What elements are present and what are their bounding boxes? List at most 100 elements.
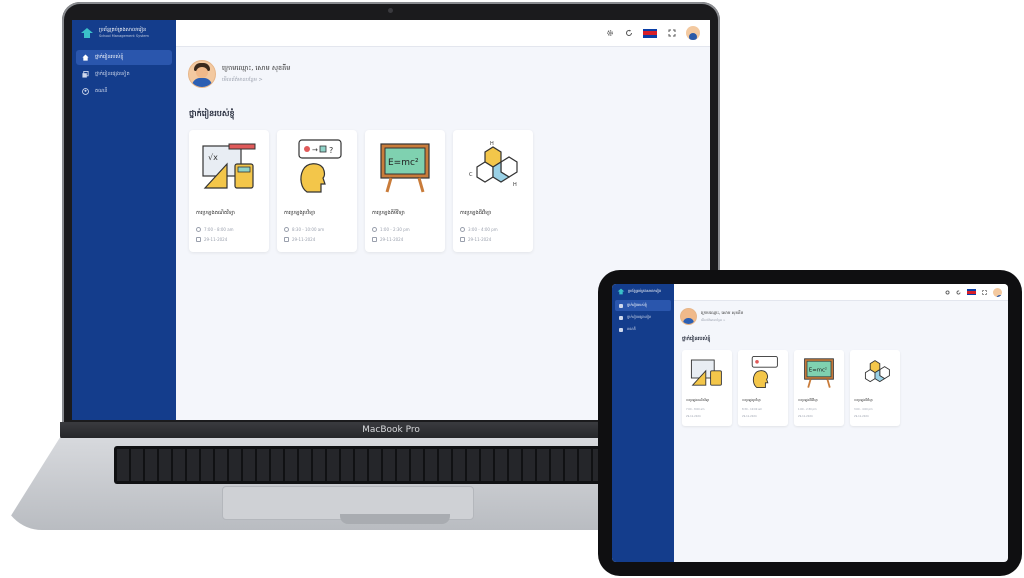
class-date: 29-11-2024 bbox=[468, 237, 492, 242]
molecule-illustration: H C H bbox=[469, 141, 518, 188]
class-card[interactable]: E=mc² ការប្រឡងគីមីវិទ្យា 1:00 - 2:30 pm … bbox=[365, 130, 445, 252]
profile-avatar bbox=[188, 60, 216, 88]
sidebar-nav: ថ្នាក់រៀនរបស់ខ្ញុំ ថ្នាក់រៀនផ្សេងទៀត គណន… bbox=[72, 50, 176, 99]
profile-more-link[interactable]: មើលព័ត៌មានបន្ថែម > bbox=[701, 318, 743, 323]
class-card[interactable]: ការប្រឡងគណិតវិទ្យា 7:00 - 8:00 am 29-11-… bbox=[682, 350, 732, 426]
tablet-logo-title: ប្រព័ន្ធគ្រប់គ្រងសាលារៀន bbox=[628, 289, 662, 293]
class-time: 8:30 - 10:00 am bbox=[742, 408, 763, 411]
tablet-logo[interactable]: ប្រព័ន្ធគ្រប់គ្រងសាលារៀន bbox=[612, 284, 674, 299]
home-icon bbox=[82, 54, 89, 61]
clock-icon bbox=[460, 227, 465, 232]
class-card[interactable]: H C H ការប្រឡងជីវវិទ្យា 3:00 - 4:00 pm 2… bbox=[453, 130, 533, 252]
logo-icon bbox=[81, 28, 93, 38]
calendar-icon bbox=[372, 237, 377, 242]
class-card-list: √x ការប្រឡងគណិតវិទ្យា 7:00 - 8:00 am 29-… bbox=[189, 130, 533, 252]
class-time: 7:00 - 8:00 am bbox=[686, 408, 705, 411]
fullscreen-icon[interactable] bbox=[982, 289, 987, 295]
thinking-head-illustration: → ? bbox=[298, 139, 342, 193]
sidebar-item-label: ថ្នាក់រៀនរបស់ខ្ញុំ bbox=[627, 303, 647, 307]
profile-name: ក្រោមឈ្មោះ, សោម សុខគីម bbox=[222, 64, 291, 72]
sidebar-item-label: ថ្នាក់រៀនផ្សេងទៀត bbox=[95, 71, 130, 77]
molecule-illustration bbox=[864, 360, 890, 383]
calendar-icon bbox=[196, 237, 201, 242]
class-time: 1:00 - 2:30 pm bbox=[798, 408, 817, 411]
fullscreen-icon[interactable] bbox=[667, 29, 676, 38]
avatar[interactable] bbox=[993, 287, 1002, 297]
refresh-icon[interactable] bbox=[956, 290, 961, 295]
tablet-class-card-list: ការប្រឡងគណិតវិទ្យា 7:00 - 8:00 am 29-11-… bbox=[682, 350, 900, 426]
avatar[interactable] bbox=[686, 26, 700, 40]
settings-icon[interactable] bbox=[605, 29, 614, 38]
svg-text:H: H bbox=[513, 182, 517, 188]
svg-text:C: C bbox=[469, 172, 473, 178]
tablet-profile-header: ក្រោមឈ្មោះ, សោម សុខគីម មើលព័ត៌មានបន្ថែម … bbox=[680, 308, 743, 325]
tablet: ប្រព័ន្ធគ្រប់គ្រងសាលារៀន ថ្នាក់រៀនរបស់ខ្… bbox=[598, 270, 1022, 576]
tablet-sidebar-item-account[interactable]: គណនី bbox=[615, 324, 671, 335]
class-date: 29-11-2024 bbox=[204, 237, 228, 242]
settings-icon[interactable] bbox=[945, 290, 950, 295]
class-title: ការប្រឡងជីវវិទ្យា bbox=[460, 210, 492, 216]
tablet-screen: ប្រព័ន្ធគ្រប់គ្រងសាលារៀន ថ្នាក់រៀនរបស់ខ្… bbox=[612, 284, 1008, 562]
sidebar: ប្រព័ន្ធគ្រប់គ្រងសាលារៀន School Manageme… bbox=[72, 20, 176, 420]
tablet-sidebar-item-other-classes[interactable]: ថ្នាក់រៀនផ្សេងទៀត bbox=[615, 312, 671, 323]
sidebar-item-label: ថ្នាក់រៀនផ្សេងទៀត bbox=[627, 315, 652, 319]
class-card[interactable]: ការប្រឡងរូបវិទ្យា 8:30 - 10:00 am 29-11-… bbox=[738, 350, 788, 426]
class-title: ការប្រឡងរូបវិទ្យា bbox=[742, 398, 761, 402]
class-date: 29-11-2024 bbox=[742, 415, 757, 418]
class-time: 7:00 - 8:00 am bbox=[204, 227, 234, 232]
page-title: ថ្នាក់រៀនរបស់ខ្ញុំ bbox=[189, 109, 235, 118]
profile-header: ក្រោមឈ្មោះ, សោម សុខគីម មើលព័ត៌មានបន្ថែម … bbox=[188, 60, 290, 88]
sidebar-item-label: ថ្នាក់រៀនរបស់ខ្ញុំ bbox=[95, 54, 124, 60]
class-card[interactable]: √x ការប្រឡងគណិតវិទ្យា 7:00 - 8:00 am 29-… bbox=[189, 130, 269, 252]
class-time: 3:00 - 4:00 pm bbox=[468, 227, 498, 232]
class-time: 8:30 - 10:00 am bbox=[292, 227, 325, 232]
copy-icon bbox=[82, 71, 89, 78]
class-date: 29-11-2024 bbox=[686, 415, 701, 418]
profile-more-link[interactable]: មើលព័ត៌មានបន្ថែម > bbox=[222, 77, 290, 84]
class-title: ការប្រឡងគណិតវិទ្យា bbox=[196, 210, 235, 216]
calendar-icon bbox=[284, 237, 289, 242]
class-title: ការប្រឡងគីមីវិទ្យា bbox=[372, 210, 405, 216]
home-icon bbox=[619, 303, 623, 308]
class-time: 3:00 - 4:00 pm bbox=[854, 408, 873, 411]
sidebar-item-other-classes[interactable]: ថ្នាក់រៀនផ្សេងទៀត bbox=[76, 67, 172, 82]
class-title: ការប្រឡងរូបវិទ្យា bbox=[284, 210, 316, 216]
sidebar-item-my-classes[interactable]: ថ្នាក់រៀនរបស់ខ្ញុំ bbox=[76, 50, 172, 65]
clock-icon bbox=[284, 227, 289, 232]
tablet-topbar bbox=[674, 284, 1008, 301]
svg-text:E=mc²: E=mc² bbox=[388, 158, 419, 168]
topbar bbox=[176, 20, 710, 47]
refresh-icon[interactable] bbox=[624, 29, 633, 38]
svg-text:→: → bbox=[312, 146, 318, 154]
sidebar-item-account[interactable]: គណនី bbox=[76, 84, 172, 99]
cambodia-flag-icon[interactable] bbox=[967, 289, 976, 295]
sidebar-item-label: គណនី bbox=[95, 88, 108, 94]
thinking-head-illustration bbox=[751, 355, 778, 389]
cambodia-flag-icon[interactable] bbox=[643, 28, 657, 38]
camera bbox=[388, 8, 393, 13]
class-title: ការប្រឡងជីវវិទ្យា bbox=[854, 398, 873, 402]
clock-icon bbox=[372, 227, 377, 232]
class-card[interactable]: → ? ការប្រឡងរូបវិទ្យា 8:30 - 10:00 am 29… bbox=[277, 130, 357, 252]
svg-text:H: H bbox=[490, 141, 494, 147]
class-date: 29-11-2024 bbox=[798, 415, 813, 418]
tablet-sidebar-item-my-classes[interactable]: ថ្នាក់រៀនរបស់ខ្ញុំ bbox=[615, 300, 671, 311]
logo[interactable]: ប្រព័ន្ធគ្រប់គ្រងសាលារៀន School Manageme… bbox=[72, 20, 176, 46]
tablet-main-content: ក្រោមឈ្មោះ, សោម សុខគីម មើលព័ត៌មានបន្ថែម … bbox=[674, 300, 1008, 562]
user-circle-icon bbox=[619, 327, 623, 332]
svg-text:E=mc²: E=mc² bbox=[809, 366, 827, 373]
keyboard bbox=[114, 446, 614, 484]
copy-icon bbox=[619, 315, 623, 320]
class-time: 1:00 - 2:30 pm bbox=[380, 227, 410, 232]
class-card[interactable]: ការប្រឡងជីវវិទ្យា 3:00 - 4:00 pm 29-11-2… bbox=[850, 350, 900, 426]
logo-subtitle: School Management System bbox=[99, 34, 149, 38]
class-date: 29-11-2024 bbox=[380, 237, 404, 242]
blackboard-emc2-illustration: E=mc² bbox=[380, 143, 430, 193]
math-tools-illustration bbox=[690, 359, 722, 386]
tablet-sidebar: ប្រព័ន្ធគ្រប់គ្រងសាលារៀន ថ្នាក់រៀនរបស់ខ្… bbox=[612, 284, 674, 562]
class-title: ការប្រឡងគណិតវិទ្យា bbox=[686, 398, 710, 402]
class-card[interactable]: E=mc² ការប្រឡងគីមីវិទ្យា 1:00 - 2:30 pm … bbox=[794, 350, 844, 426]
svg-text:?: ? bbox=[329, 146, 333, 155]
sidebar-item-label: គណនី bbox=[627, 327, 636, 331]
class-date: 29-11-2024 bbox=[854, 415, 869, 418]
